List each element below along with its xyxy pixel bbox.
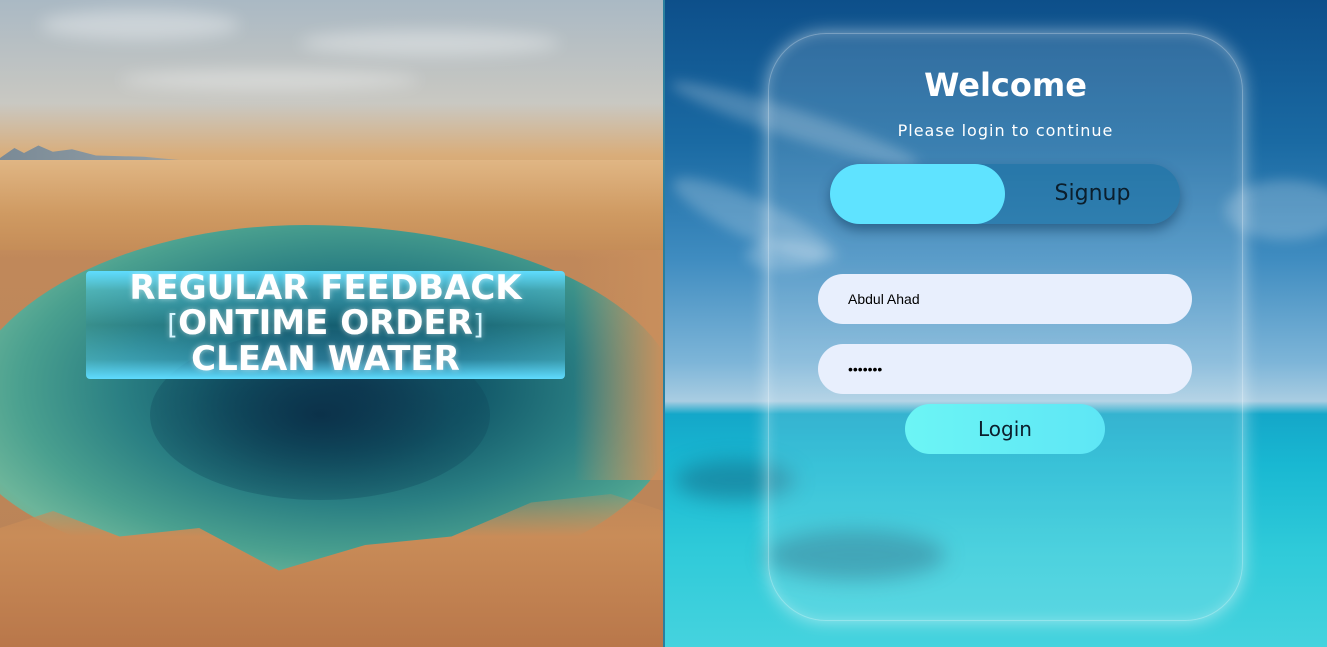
hero-line-ontime: [ONTIME ORDER]: [86, 306, 565, 342]
username-input[interactable]: [818, 274, 1192, 324]
bracket-right: ]: [472, 308, 484, 341]
login-button[interactable]: Login: [905, 404, 1105, 454]
cloud: [300, 30, 560, 56]
welcome-title: Welcome: [924, 66, 1087, 104]
password-input[interactable]: [818, 344, 1192, 394]
hero-banner: REGULAR FEEDBACK [ONTIME ORDER] CLEAN WA…: [86, 271, 565, 379]
auth-mode-toggle[interactable]: Signup: [830, 164, 1180, 224]
hero-line-ontime-text: ONTIME ORDER: [178, 303, 473, 343]
login-tab-slider[interactable]: [830, 164, 1005, 224]
cloud: [40, 10, 240, 40]
bracket-left: [: [167, 308, 179, 341]
signup-tab[interactable]: Signup: [1005, 164, 1180, 224]
cloud: [120, 70, 420, 90]
hero-panel: REGULAR FEEDBACK [ONTIME ORDER] CLEAN WA…: [0, 0, 664, 647]
login-subtitle: Please login to continue: [897, 121, 1114, 140]
hero-line-feedback: REGULAR FEEDBACK: [129, 271, 522, 308]
sand-edge: [574, 250, 664, 480]
hero-line-clean-water: CLEAN WATER: [191, 339, 460, 379]
